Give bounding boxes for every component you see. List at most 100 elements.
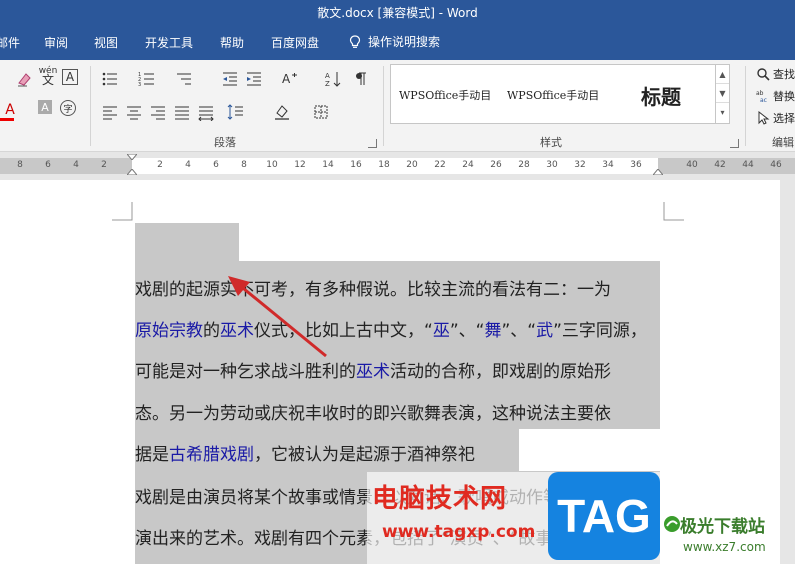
gallery-up-icon[interactable]: ▲ [716,65,729,84]
watermark-site-name: 极光下载站 [680,517,765,537]
replace-button[interactable]: ab ac 替换 [756,88,795,104]
window-title: 散文.docx [兼容模式] - Word [317,6,478,20]
tell-me-search[interactable]: 操作说明搜索 [348,33,440,50]
enclose-characters-icon[interactable]: 字 [60,100,76,116]
ribbon: wén 文 A A A 字 123 A AZ 段落 WPSOffice手动目 W… [0,60,795,152]
text-run: 的 [203,321,220,341]
tab-developer[interactable]: 开发工具 [145,34,193,51]
character-border-icon[interactable]: A [62,69,78,85]
gallery-more-icon[interactable]: ▾ [716,103,729,122]
paragraph-line[interactable]: 态。另一为劳动或庆祝丰收时的即兴歌舞表演，这种说法主要依 [135,399,611,424]
ruler-number: 8 [241,160,247,170]
find-label: 查找 [773,68,795,81]
hanging-indent-marker[interactable] [127,169,137,175]
ruler-number: 6 [213,160,219,170]
find-button[interactable]: 查找 [756,66,795,82]
group-separator [90,66,91,146]
increase-indent-icon[interactable] [244,69,264,89]
ruler-number: 4 [185,160,191,170]
search-icon [757,68,770,81]
font-color-icon[interactable]: A [0,100,20,120]
paragraph-line[interactable]: 可能是对一种乞求战斗胜利的巫术活动的合称，即戏剧的原始形 [135,357,611,382]
paragraph-line[interactable]: 戏剧的起源实不可考，有多种假说。比较主流的看法有二：一为 [135,275,611,300]
ruler-number: 26 [490,160,502,170]
ruler-number: 28 [518,160,530,170]
ruler-number: 22 [434,160,446,170]
ruler-number: 20 [406,160,418,170]
shading-icon[interactable] [272,102,292,122]
group-label-paragraph: 段落 [214,136,236,149]
select-label: 选择 [773,112,795,125]
style-item-heading[interactable]: 标题 [641,81,681,110]
ruler-number: 34 [602,160,614,170]
right-indent-marker[interactable] [653,169,663,175]
first-line-indent-marker[interactable] [127,154,137,160]
align-right-icon[interactable] [148,102,168,122]
clear-formatting-icon[interactable] [14,69,34,89]
distributed-icon[interactable] [196,102,216,122]
tell-me-label: 操作说明搜索 [368,35,441,49]
phonetic-guide-char: 文 [41,73,54,87]
text-run: ”、“ [501,321,537,341]
ruler-number: 4 [73,160,79,170]
font-color-bar [0,118,14,121]
character-shading-char: A [41,100,49,114]
decrease-indent-icon[interactable] [220,69,240,89]
paragraph-line[interactable]: 原始宗教的巫术仪式，比如上古中文，“巫”、“舞”、“武”三字同源， [135,316,647,341]
multilevel-list-icon[interactable] [174,69,194,89]
ruler-number: 44 [742,160,754,170]
justify-icon[interactable] [172,102,192,122]
chinese-layout-icon[interactable]: A [280,69,300,89]
align-center-icon[interactable] [124,102,144,122]
replace-icon: abac [756,90,767,103]
watermark-url: www.tagxp.com [382,522,536,542]
style-item[interactable]: WPSOffice手动目 [507,87,599,103]
hyperlink[interactable]: 巫术 [356,362,390,382]
replace-label: 替换 [773,90,795,103]
tab-mailings[interactable]: 邮件 [0,34,20,51]
paragraph-line[interactable]: 据是古希腊戏剧，它被认为是起源于酒神祭祀 [135,440,475,465]
ruler-number: 2 [101,160,107,170]
paragraph-dialog-launcher[interactable] [368,139,377,148]
gallery-down-icon[interactable]: ▼ [716,84,729,103]
margin-corner-mark [112,202,133,221]
line-spacing-icon[interactable] [226,102,246,122]
styles-dialog-launcher[interactable] [730,139,739,148]
hyperlink[interactable]: 武 [536,321,553,341]
borders-icon[interactable] [311,102,331,122]
bullets-icon[interactable] [100,69,120,89]
aurora-logo-icon [664,516,680,532]
group-label-editing: 编辑 [772,136,794,149]
hyperlink[interactable]: 原始宗教 [135,321,203,341]
tab-help[interactable]: 帮助 [220,34,244,51]
group-separator [745,66,746,146]
svg-text:A: A [282,72,291,86]
text-run: ”三字同源， [553,321,647,341]
numbering-icon[interactable]: 123 [137,69,157,89]
hyperlink[interactable]: 古希腊戏剧 [169,445,254,465]
style-item[interactable]: WPSOffice手动目 [399,87,491,103]
horizontal-ruler[interactable]: 8 6 4 2 2 4 6 8 10 12 14 16 18 20 22 24 … [0,152,795,180]
svg-text:ac: ac [760,97,767,103]
ruler-number: 14 [322,160,334,170]
watermark-site-url: www.xz7.com [683,540,766,554]
ruler-number: 32 [574,160,586,170]
phonetic-guide-icon[interactable]: wén 文 [38,66,58,87]
watermark-tag-logo: TAG [548,472,660,560]
align-left-icon[interactable] [100,102,120,122]
tab-baidu-netdisk[interactable]: 百度网盘 [271,34,319,51]
tab-view[interactable]: 视图 [94,34,118,51]
character-border-char: A [65,70,75,84]
watermark-brand: 电脑技术网 [372,484,508,514]
svg-text:Z: Z [325,80,330,88]
ruler-number: 36 [630,160,642,170]
character-shading-icon[interactable]: A [38,100,52,114]
hyperlink[interactable]: 巫 [433,321,450,341]
group-label-styles: 样式 [540,136,562,149]
sort-icon[interactable]: AZ [323,69,343,89]
show-marks-icon[interactable] [350,69,370,89]
select-button[interactable]: 选择 [756,110,795,126]
ruler-number: 30 [546,160,558,170]
tab-review[interactable]: 审阅 [44,34,68,51]
hyperlink[interactable]: 舞 [484,321,501,341]
